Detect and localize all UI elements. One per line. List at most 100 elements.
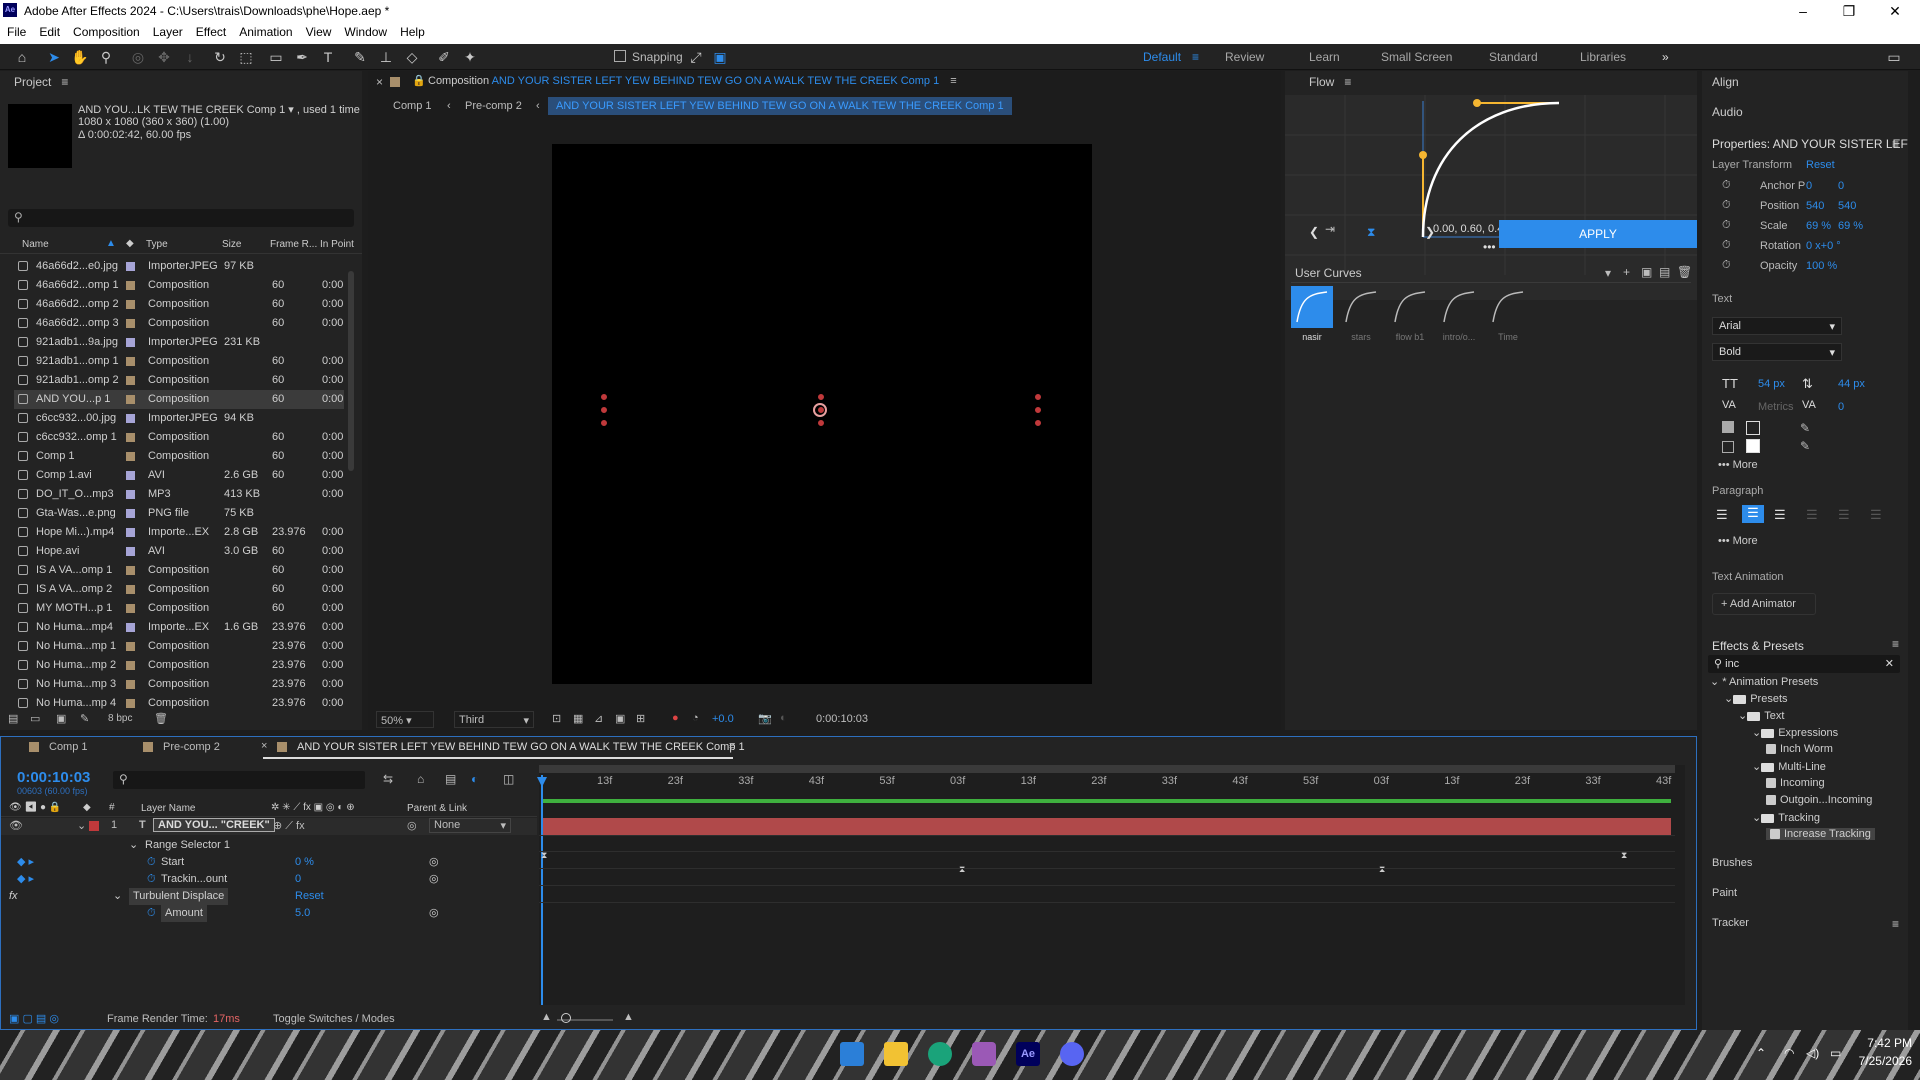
font-family-dropdown[interactable]: Arial ▾	[1712, 317, 1842, 335]
project-item[interactable]: Hope.avi AVI 3.0 GB 60 0:00	[14, 542, 344, 561]
label-color[interactable]	[126, 528, 135, 537]
ease-out-icon[interactable]: ❯	[1425, 225, 1435, 239]
region-of-interest-icon[interactable]: ⊡	[552, 712, 561, 725]
bpc-label[interactable]: 8 bpc	[108, 713, 132, 724]
text-more-button[interactable]: ••• More	[1712, 457, 1768, 475]
edge-browser-icon[interactable]	[928, 1042, 952, 1066]
properties-menu-icon[interactable]: ≡	[1892, 137, 1899, 151]
property-row[interactable]: ⏱ Amount 5.0 ◎	[1, 905, 537, 922]
project-scrollbar[interactable]	[348, 271, 354, 471]
current-time-indicator[interactable]	[541, 775, 543, 1005]
workspace-learn[interactable]: Learn	[1309, 50, 1340, 64]
project-item[interactable]: Comp 1 Composition 60 0:00	[14, 447, 344, 466]
zoom-dropdown[interactable]: 50% ▾	[376, 711, 434, 728]
volume-icon[interactable]: ◁)	[1806, 1046, 1819, 1060]
project-item[interactable]: IS A VA...omp 2 Composition 60 0:00	[14, 580, 344, 599]
property-row[interactable]: fx ⌄ Turbulent Displace Reset	[1, 888, 537, 905]
text-bounding-handle-left[interactable]	[601, 394, 608, 426]
property-row[interactable]: ⌄ Range Selector 1	[1, 837, 537, 854]
exposure-value[interactable]: +0.0	[712, 713, 734, 725]
project-item[interactable]: 46a66d2...e0.jpg ImporterJPEG 97 KB	[14, 257, 344, 276]
justify-center-icon[interactable]: ☰	[1838, 507, 1850, 523]
pan-behind-tool-icon[interactable]: ⬚	[236, 47, 256, 67]
justify-right-icon[interactable]: ☰	[1870, 507, 1882, 523]
menu-file[interactable]: File	[0, 22, 32, 39]
dolly-tool-icon[interactable]: ↓	[180, 47, 200, 67]
label-color[interactable]	[126, 338, 135, 347]
label-color[interactable]	[126, 699, 135, 708]
align-right-icon[interactable]: ☰	[1774, 507, 1786, 523]
property-row[interactable]: ⏱ ◆ ▸ Trackin...ount 0 ◎	[1, 871, 537, 888]
flow-preset-item[interactable]: Time	[1485, 286, 1531, 344]
apply-button[interactable]: APPLY	[1499, 220, 1697, 248]
effects-tree-item[interactable]: ⌄ Presets	[1724, 692, 1788, 705]
project-item[interactable]: AND YOU...p 1 Composition 60 0:00	[14, 390, 344, 409]
project-item[interactable]: No Huma...mp 1 Composition 23.976 0:00	[14, 637, 344, 656]
type-tool-icon[interactable]: T	[318, 47, 338, 67]
clock-date[interactable]: 7/25/2026	[1840, 1054, 1912, 1068]
label-color[interactable]	[126, 452, 135, 461]
stopwatch-icon[interactable]: ⏱	[1722, 239, 1731, 252]
menu-layer[interactable]: Layer	[146, 22, 189, 39]
stopwatch-icon[interactable]: ⏱	[1722, 219, 1731, 232]
parent-link-header[interactable]: Parent & Link	[407, 803, 467, 814]
transform-value-1[interactable]: 69 %	[1806, 220, 1831, 232]
label-color[interactable]	[126, 319, 135, 328]
align-left-icon[interactable]: ☰	[1716, 507, 1728, 523]
layer-switches[interactable]: ⊕ ⟋ fx	[273, 819, 305, 833]
layer-name-header[interactable]: Layer Name	[141, 803, 195, 814]
caret-down-icon[interactable]: ⌄	[1738, 710, 1747, 722]
orbit-tool-icon[interactable]: ◎	[128, 47, 148, 67]
effects-tree-item[interactable]: ⌄ Tracking	[1752, 811, 1820, 824]
expand-arrow-icon[interactable]: ⌄	[113, 888, 122, 905]
tab-current-comp[interactable]: AND YOUR SISTER LEFT YEW BEHIND TEW GO O…	[297, 741, 745, 753]
col-in-point[interactable]: In Point	[320, 239, 354, 250]
caret-down-icon[interactable]: ⌄	[1710, 676, 1719, 688]
effects-tree-item[interactable]: Increase Tracking	[1766, 828, 1875, 840]
label-color[interactable]	[126, 661, 135, 670]
col-type[interactable]: Type	[146, 239, 168, 250]
keyframe-icon[interactable]: ⧗	[959, 864, 965, 875]
delete-icon[interactable]: 🗑	[154, 712, 168, 725]
label-color[interactable]	[126, 376, 135, 385]
label-color[interactable]	[126, 623, 135, 632]
snapping-checkbox[interactable]	[614, 50, 626, 62]
3d-view-icon[interactable]: ⊞	[636, 712, 645, 725]
project-item[interactable]: IS A VA...omp 1 Composition 60 0:00	[14, 561, 344, 580]
stopwatch-icon[interactable]: ⏱	[1722, 179, 1731, 192]
add-curve-icon[interactable]: +	[1623, 265, 1630, 279]
layer-row[interactable]: 👁 ⌄ 1 T AND YOU... "CREEK" ⊕ ⟋ fx ◎ None…	[1, 818, 537, 835]
label-color[interactable]	[126, 547, 135, 556]
resolution-dropdown[interactable]: Third ▾	[454, 711, 534, 728]
project-item[interactable]: Hope Mi...).mp4 Importe...EX 2.8 GB 23.976 0…	[14, 523, 344, 542]
stopwatch-icon[interactable]: ⏱	[147, 854, 156, 871]
project-item[interactable]: MY MOTH...p 1 Composition 60 0:00	[14, 599, 344, 618]
label-color[interactable]	[126, 300, 135, 309]
project-item[interactable]: 46a66d2...omp 2 Composition 60 0:00	[14, 295, 344, 314]
property-row[interactable]: ⏱ ◆ ▸ Start 0 % ◎	[1, 854, 537, 871]
font-style-dropdown[interactable]: Bold ▾	[1712, 343, 1842, 361]
rotate-tool-icon[interactable]: ↻	[210, 47, 230, 67]
layer-duration-bar[interactable]	[543, 818, 1671, 835]
workspace-review[interactable]: Review	[1225, 50, 1264, 64]
caret-down-icon[interactable]: ⌄	[1752, 812, 1761, 824]
delete-curve-icon[interactable]: 🗑	[1677, 265, 1692, 279]
label-color[interactable]	[126, 566, 135, 575]
sort-asc-icon[interactable]: ▲	[106, 238, 116, 249]
text-bounding-handle-right[interactable]	[1035, 394, 1042, 426]
clone-stamp-tool-icon[interactable]: ⊥	[376, 47, 396, 67]
paint-panel-title[interactable]: Paint	[1712, 887, 1737, 899]
workspace-small-screen[interactable]: Small Screen	[1381, 50, 1452, 64]
export-curve-icon[interactable]: ▤	[1659, 265, 1670, 279]
workspace-overflow-icon[interactable]: »	[1662, 50, 1669, 64]
project-item[interactable]: No Huma...mp 2 Composition 23.976 0:00	[14, 656, 344, 675]
pick-whip-icon[interactable]: ◎	[407, 819, 417, 832]
caret-down-icon[interactable]: ⌄	[1752, 761, 1761, 773]
hand-tool-icon[interactable]: ✋	[70, 47, 90, 67]
start-icon[interactable]	[840, 1042, 864, 1066]
label-color[interactable]	[126, 680, 135, 689]
transform-value-1[interactable]: 0	[1806, 180, 1812, 192]
tab-pre-comp-2[interactable]: Pre-comp 2	[163, 741, 220, 753]
eraser-tool-icon[interactable]: ◇	[402, 47, 422, 67]
tab-menu-icon[interactable]: ≡	[729, 740, 735, 752]
